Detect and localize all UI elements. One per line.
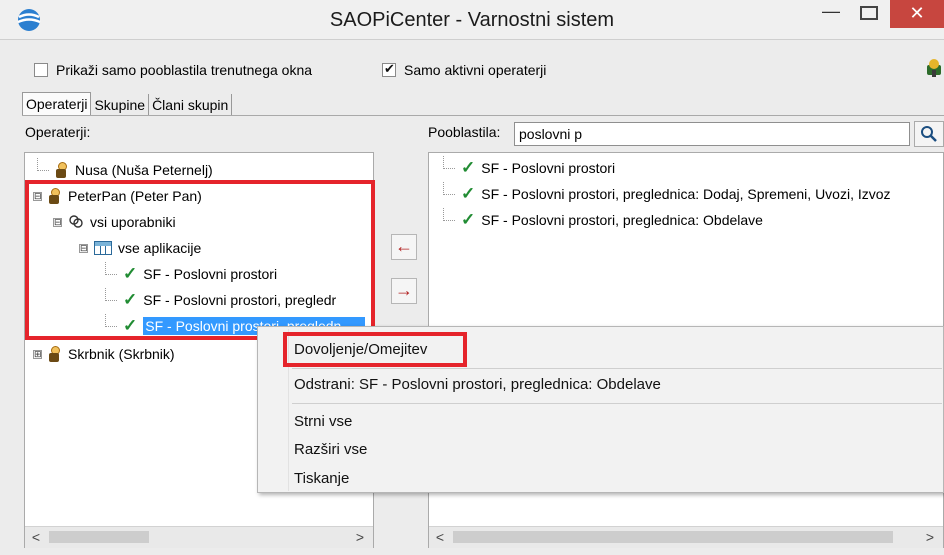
scroll-right-icon[interactable]: > bbox=[349, 527, 371, 548]
menu-item-odstrani[interactable]: Odstrani: SF - Poslovni prostori, pregle… bbox=[294, 376, 661, 393]
tree-item-skrbnik[interactable]: ⊞ Skrbnik (Skrbnik) bbox=[33, 341, 175, 367]
scroll-left-icon[interactable]: < bbox=[25, 527, 47, 548]
menu-separator bbox=[292, 403, 942, 404]
only-current-window-label: Prikaži samo pooblastila trenutnega okna bbox=[56, 62, 313, 78]
user-icon bbox=[55, 162, 67, 178]
permission-item[interactable]: ✓ SF - Poslovni prostori, preglednica: D… bbox=[443, 181, 891, 207]
tab-skupine[interactable]: Skupine bbox=[91, 94, 150, 116]
highlight-box bbox=[25, 180, 375, 340]
permission-item[interactable]: ✓ SF - Poslovni prostori, preglednica: O… bbox=[443, 207, 763, 233]
horizontal-scrollbar[interactable]: < > bbox=[25, 526, 373, 548]
tree-connector bbox=[443, 155, 455, 169]
tree-connector bbox=[443, 207, 455, 221]
expand-toggle-icon[interactable]: ⊞ bbox=[33, 349, 42, 359]
menu-separator bbox=[292, 368, 942, 369]
tab-divider bbox=[22, 115, 944, 116]
horizontal-scrollbar[interactable]: < > bbox=[429, 526, 943, 548]
tree-connector bbox=[37, 157, 49, 171]
menu-item-tiskanje[interactable]: Tiskanje bbox=[294, 470, 349, 487]
minimize-button[interactable]: — bbox=[818, 0, 844, 28]
tab-bar: Operaterji Skupine Člani skupin bbox=[22, 92, 233, 116]
scroll-left-icon[interactable]: < bbox=[429, 527, 451, 548]
remove-permission-button[interactable]: → bbox=[391, 278, 417, 304]
check-icon: ✓ bbox=[461, 184, 476, 203]
maximize-button[interactable] bbox=[860, 6, 878, 20]
active-operators-option[interactable]: Samo aktivni operaterji bbox=[382, 61, 547, 78]
close-button[interactable]: ✕ bbox=[890, 0, 944, 28]
window-title: SAOPiCenter - Varnostni sistem bbox=[329, 9, 615, 31]
user-icon bbox=[48, 346, 60, 362]
settings-icon[interactable] bbox=[925, 58, 944, 78]
tree-item-label: Nusa (Nuša Peternelj) bbox=[75, 162, 213, 178]
only-current-window-option[interactable]: Prikaži samo pooblastila trenutnega okna bbox=[34, 62, 312, 78]
menu-item-razsiri-vse[interactable]: Razširi vse bbox=[294, 441, 367, 458]
operators-label: Operaterji: bbox=[25, 124, 91, 140]
permissions-search-input[interactable]: poslovni p bbox=[514, 122, 910, 146]
permission-label: SF - Poslovni prostori, preglednica: Dod… bbox=[481, 186, 891, 202]
permissions-label: Pooblastila: bbox=[428, 124, 501, 140]
magnifier-icon[interactable] bbox=[914, 121, 944, 147]
check-icon: ✓ bbox=[461, 210, 476, 229]
menu-item-strni-vse[interactable]: Strni vse bbox=[294, 413, 352, 430]
scroll-right-icon[interactable]: > bbox=[919, 527, 941, 548]
active-operators-label: Samo aktivni operaterji bbox=[404, 62, 547, 78]
tab-clani-skupin[interactable]: Člani skupin bbox=[149, 94, 233, 116]
menu-highlight-box bbox=[283, 332, 467, 367]
active-operators-checkbox[interactable] bbox=[382, 61, 396, 77]
only-current-window-checkbox[interactable] bbox=[34, 63, 48, 77]
add-permission-button[interactable]: ← bbox=[391, 234, 417, 260]
permission-item[interactable]: ✓ SF - Poslovni prostori bbox=[443, 155, 615, 181]
scroll-thumb[interactable] bbox=[49, 531, 149, 543]
tree-connector bbox=[443, 181, 455, 195]
tab-operaterji[interactable]: Operaterji bbox=[22, 92, 92, 116]
check-icon: ✓ bbox=[461, 158, 476, 177]
permission-label: SF - Poslovni prostori, preglednica: Obd… bbox=[481, 212, 763, 228]
scroll-thumb[interactable] bbox=[453, 531, 893, 543]
permission-label: SF - Poslovni prostori bbox=[481, 160, 616, 176]
tree-item-label: Skrbnik (Skrbnik) bbox=[68, 346, 175, 362]
